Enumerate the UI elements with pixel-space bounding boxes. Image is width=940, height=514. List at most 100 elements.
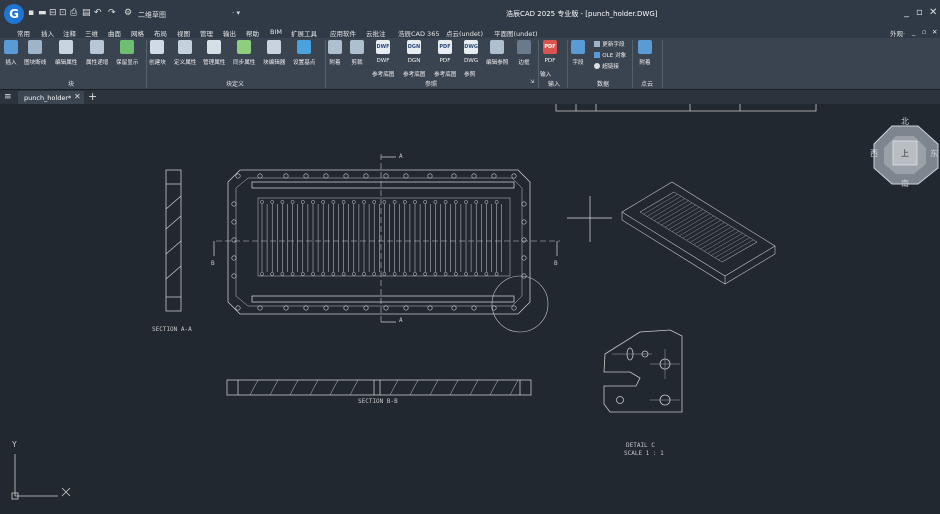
section-hatch-line — [349, 379, 359, 396]
dwf-underlay-button[interactable]: DWF DWF — [376, 40, 390, 64]
attach-reference-button[interactable]: 附着 — [328, 40, 342, 66]
keep-display-button[interactable]: 保留显示 — [116, 40, 138, 66]
frame-button[interactable]: 边框 — [517, 40, 531, 66]
menu-point-cloud[interactable]: 点云(undet) — [446, 28, 483, 38]
menu-annotate[interactable]: 注释 — [63, 28, 76, 38]
menu-3d[interactable]: 三维 — [85, 28, 98, 38]
menu-floor-plan[interactable]: 平面图(undet) — [494, 28, 538, 38]
menu-insert[interactable]: 插入 — [41, 28, 54, 38]
ribbon-restore-icon[interactable]: ▫ — [922, 28, 926, 36]
bolt-hole — [511, 173, 517, 179]
dgn-underlay-button[interactable]: DGN DGN — [407, 40, 421, 64]
section-bb-label: SECTION B-B — [358, 398, 398, 405]
punch-hole — [453, 200, 458, 204]
menu-view[interactable]: 视图 — [177, 28, 190, 38]
viewcube-west-label[interactable]: 西 — [870, 148, 878, 159]
punch-hole — [392, 200, 397, 204]
app-logo-icon[interactable]: G — [4, 4, 24, 24]
create-block-button[interactable]: 创建块 — [149, 40, 166, 66]
pointcloud-attach-button[interactable]: 附着 — [638, 40, 652, 66]
cut-label-b-right: B — [554, 260, 558, 267]
manage-attribute-button[interactable]: 管理属性 — [203, 40, 225, 66]
punch-hole — [453, 272, 458, 276]
pdf-import-button[interactable]: PDF PDF — [543, 40, 557, 64]
menu-home[interactable]: 常用 — [17, 28, 30, 38]
iso-hole-row — [718, 239, 754, 260]
menu-gstarcad-365[interactable]: 浩辰CAD 365 — [398, 28, 439, 38]
attribute-increment-button[interactable]: 属性递增 — [86, 40, 108, 66]
iso-hole-row — [661, 204, 696, 226]
menu-bim[interactable]: BIM — [270, 28, 282, 36]
pdf-underlay-button[interactable]: PDF PDF — [438, 40, 452, 64]
edit-reference-button[interactable]: 编辑参照 — [486, 40, 508, 66]
set-basepoint-button[interactable]: 设置基点 — [293, 40, 315, 66]
section-hatch-line — [249, 379, 259, 396]
menu-output[interactable]: 输出 — [223, 28, 236, 38]
reference-expand-icon[interactable]: ⇲ — [530, 79, 534, 85]
punch-hole — [260, 200, 264, 204]
ribbon-close-icon[interactable]: ✕ — [932, 28, 937, 36]
punch-hole — [413, 200, 417, 204]
iso-hole-row — [647, 196, 682, 217]
insert-block-button[interactable]: 插入 — [4, 40, 18, 66]
save-as-icon[interactable]: ⊡ — [59, 8, 67, 18]
close-icon[interactable]: ✕ — [929, 7, 937, 18]
edit-attribute-icon — [59, 40, 74, 54]
punch-hole — [433, 200, 438, 204]
iso-hole-row — [700, 228, 736, 250]
viewcube-top-label[interactable]: 上 — [901, 148, 909, 159]
workspace-gear-icon[interactable]: ⚙ — [124, 8, 132, 18]
appearance-menu[interactable]: 外观· — [890, 28, 905, 38]
section-hatch-line — [309, 379, 319, 396]
workspace-selector[interactable]: 二维草图 — [138, 10, 166, 20]
menu-hamburger-icon[interactable]: ≡ — [4, 93, 12, 102]
menu-surface[interactable]: 曲面 — [108, 28, 121, 38]
iso-hole-row — [643, 194, 678, 215]
maximize-icon[interactable]: ▫ — [916, 7, 923, 18]
edit-attribute-button[interactable]: 编辑属性 — [55, 40, 77, 66]
menu-apps[interactable]: 应用软件 — [330, 28, 356, 38]
field-button[interactable]: 字段 — [571, 40, 585, 66]
sync-attribute-button[interactable]: 同步属性 — [233, 40, 255, 66]
manage-attribute-icon — [207, 40, 222, 54]
menu-extensions[interactable]: 扩展工具 — [291, 28, 317, 38]
menu-manage[interactable]: 管理 — [200, 28, 213, 38]
ribbon-minimize-icon[interactable]: _ — [912, 28, 915, 36]
reference-group-label: 参照 — [425, 81, 438, 88]
sync-attribute-icon — [237, 40, 252, 54]
drawing-canvas[interactable]: 北 南 西 东 上 SECTION A-A SECTION B-B DETAIL… — [0, 99, 940, 514]
update-field-button[interactable]: 更新字段 — [594, 40, 625, 48]
viewcube-south-label[interactable]: 南 — [901, 178, 909, 189]
pointcloud-attach-icon — [638, 40, 652, 54]
print-icon[interactable]: ▤ — [82, 8, 91, 18]
document-tab[interactable]: punch_holder* ✕ — [18, 91, 84, 104]
save-icon[interactable]: ⊟ — [49, 8, 57, 18]
redo-icon[interactable]: ↷ — [108, 8, 116, 18]
menu-mesh[interactable]: 网格 — [131, 28, 144, 38]
undo-icon[interactable]: ↶ — [94, 8, 102, 18]
close-tab-icon[interactable]: ✕ — [74, 92, 81, 101]
define-attribute-button[interactable]: 定义属性 — [174, 40, 196, 66]
menu-layout[interactable]: 布局 — [154, 28, 167, 38]
open-file-icon[interactable]: ▬ — [38, 8, 47, 18]
new-file-icon[interactable]: ▪ — [28, 8, 34, 18]
hyperlink-button[interactable]: 超链接 — [594, 62, 619, 70]
viewcube-north-label[interactable]: 北 — [901, 116, 909, 127]
menu-cloud-markup[interactable]: 云批注 — [366, 28, 386, 38]
minimize-icon[interactable]: _ — [904, 7, 909, 18]
ole-object-button[interactable]: OLE 对象 — [594, 51, 626, 59]
quick-access-dropdown-icon[interactable]: · ▾ — [232, 9, 240, 17]
iso-hole-row — [675, 213, 711, 234]
dwg-reference-button[interactable]: DWG DWG — [464, 40, 478, 64]
bolt-hole — [471, 305, 477, 311]
bolt-hole — [343, 173, 349, 179]
menu-help[interactable]: 帮助 — [246, 28, 259, 38]
block-break-button[interactable]: 图块断线 — [24, 40, 46, 66]
clip-reference-button[interactable]: 剪裁 — [350, 40, 364, 66]
punch-hole — [372, 200, 377, 204]
plot-icon[interactable]: ⎙ — [70, 8, 77, 18]
punch-hole — [413, 272, 417, 276]
new-tab-plus-icon[interactable]: + — [88, 90, 97, 103]
block-editor-button[interactable]: 块编辑器 — [263, 40, 285, 66]
viewcube-east-label[interactable]: 东 — [930, 148, 938, 159]
